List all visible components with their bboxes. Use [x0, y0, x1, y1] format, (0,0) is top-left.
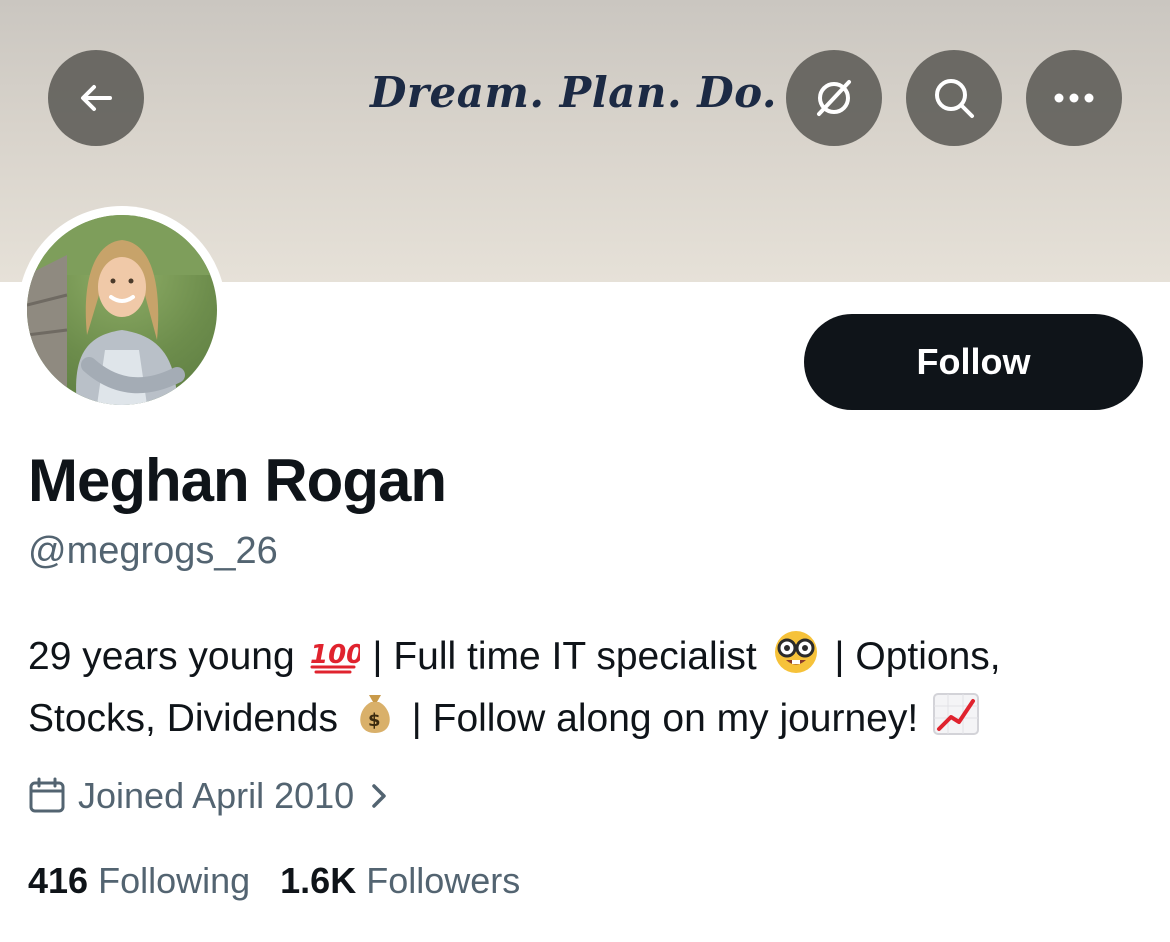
- bio-text: | Options,: [834, 635, 1001, 678]
- join-date[interactable]: Joined April 2010: [28, 772, 388, 820]
- hundred-points-icon: 100: [310, 640, 360, 674]
- following-label: Following: [98, 860, 251, 901]
- money-bag-icon: $: [360, 695, 390, 733]
- bio-text: | Full time IT specialist: [372, 635, 757, 678]
- avatar-photo: [27, 215, 217, 405]
- grok-button[interactable]: [786, 50, 882, 146]
- bio-line-1: 29 years young 100 | Full time IT specia…: [28, 626, 1143, 688]
- nerd-face-icon: [774, 631, 817, 673]
- more-icon: [1054, 93, 1094, 103]
- follow-stats: 416 Following 1.6K Followers: [28, 858, 550, 904]
- bio-text: 29 years young: [28, 635, 295, 678]
- back-button[interactable]: [48, 50, 144, 146]
- arrow-left-icon: [81, 85, 112, 111]
- user-handle: @megrogs_26: [28, 530, 278, 572]
- grok-icon: [817, 80, 851, 116]
- following-count: 416: [28, 860, 89, 901]
- calendar-icon: [29, 777, 65, 813]
- search-button[interactable]: [906, 50, 1002, 146]
- followers-label: Followers: [366, 860, 521, 901]
- avatar-ring: [18, 206, 226, 414]
- display-name: Meghan Rogan: [28, 447, 447, 514]
- bio: 29 years young 100 | Full time IT specia…: [28, 626, 1143, 750]
- followers-link[interactable]: 1.6K Followers: [280, 860, 520, 902]
- bio-text: Stocks, Dividends: [28, 697, 338, 740]
- chevron-right-icon: [372, 784, 386, 808]
- search-icon: [935, 79, 974, 118]
- more-options-button[interactable]: [1026, 50, 1122, 146]
- follow-button[interactable]: Follow: [804, 314, 1143, 410]
- banner-text: Dream. Plan. Do.: [370, 68, 778, 117]
- chart-increasing-icon: [933, 693, 980, 735]
- join-date-text: Joined April 2010: [78, 775, 355, 816]
- svg-text:$: $: [368, 710, 381, 731]
- avatar[interactable]: [27, 215, 217, 405]
- bio-text: | Follow along on my journey!: [411, 697, 919, 740]
- following-link[interactable]: 416 Following: [28, 860, 250, 902]
- followers-count: 1.6K: [280, 860, 357, 901]
- bio-line-2: Stocks, Dividends $ | Follow along on my…: [28, 688, 1143, 750]
